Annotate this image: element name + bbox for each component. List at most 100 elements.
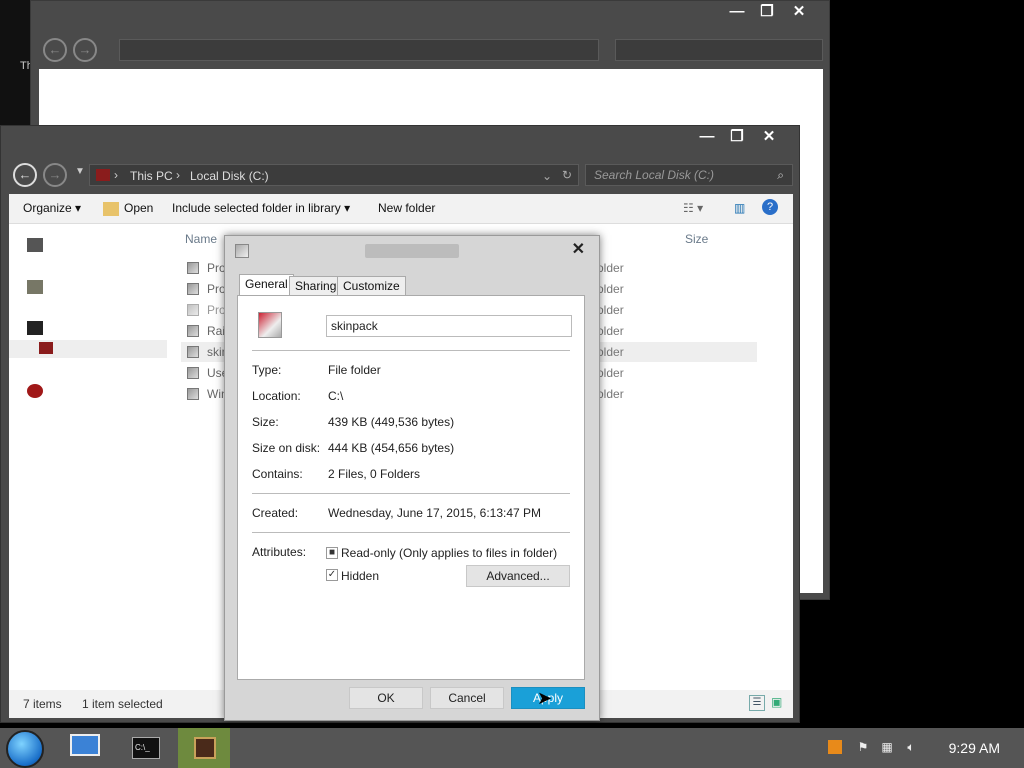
notification-app-icon[interactable] (828, 740, 842, 754)
breadcrumb-local-disk[interactable]: Local Disk (C:) (190, 169, 269, 183)
forward-arrow-icon[interactable]: → (73, 38, 97, 62)
taskbar-explorer-app-active[interactable] (178, 728, 230, 768)
refresh-icon[interactable]: ↻ (562, 168, 572, 182)
minimize-button[interactable]: — (693, 126, 721, 148)
folder-icon (187, 325, 199, 337)
column-header-name[interactable]: Name (185, 232, 217, 246)
size-on-disk-label: Size on disk: (252, 441, 321, 455)
large-icons-view-icon[interactable]: ▣ (771, 695, 787, 711)
size-on-disk-value: 444 KB (454,656 bytes) (328, 441, 455, 455)
file-name: Pro (207, 282, 226, 296)
folder-open-icon (103, 202, 119, 216)
search-box[interactable]: Search Local Disk (C:) ⌕ (585, 164, 793, 186)
divider (252, 532, 570, 533)
nav-selected-row[interactable] (9, 340, 167, 358)
contains-value: 2 Files, 0 Folders (328, 467, 421, 481)
readonly-label: Read-only (Only applies to files in fold… (341, 546, 558, 560)
tab-sharing[interactable]: Sharing (289, 276, 343, 296)
volume-icon[interactable]: 🔈︎ (904, 740, 918, 754)
ok-button[interactable]: OK (349, 687, 423, 709)
file-name: Pro (207, 261, 226, 275)
address-bar[interactable] (119, 39, 599, 61)
recent-dropdown-icon[interactable]: ▼ (75, 166, 85, 177)
include-in-library-button[interactable]: Include selected folder in library ▾ (172, 201, 350, 215)
open-button[interactable]: Open (124, 201, 153, 215)
file-type: older (597, 282, 624, 296)
organize-label: Organize (23, 201, 72, 215)
contains-label: Contains: (252, 467, 303, 481)
hidden-label: Hidden (341, 569, 380, 583)
folder-name-input[interactable]: skinpack (326, 315, 572, 337)
include-label: Include selected folder in library (172, 201, 341, 215)
this-pc-icon[interactable] (27, 321, 43, 335)
details-view-icon[interactable]: ☰ (749, 695, 765, 711)
clock[interactable]: 9:29 AM (949, 740, 1000, 756)
libraries-icon[interactable] (27, 280, 43, 294)
explorer-icon (194, 737, 216, 759)
skinpack-folder-icon (258, 312, 282, 338)
file-type: older (597, 387, 624, 401)
mouse-cursor-icon: ➤ (537, 688, 553, 708)
file-type: older (597, 366, 624, 380)
location-label: Location: (252, 389, 301, 403)
hidden-checkbox[interactable]: ✓ (326, 569, 338, 581)
breadcrumb-this-pc[interactable]: This PC (130, 169, 173, 183)
column-header-size[interactable]: Size (685, 232, 708, 246)
properties-dialog[interactable]: ✕ General Sharing Customize skinpack Typ… (224, 235, 600, 721)
flag-icon[interactable]: ⚑ (856, 740, 870, 754)
taskbar-cmd-app[interactable]: C:\_ (124, 728, 166, 768)
new-folder-button[interactable]: New folder (378, 201, 435, 215)
file-type: older (597, 345, 624, 359)
view-options-icon[interactable]: ☷ ▾ (683, 201, 703, 215)
taskbar: C:\_ ⚑ ▦ 🔈︎ 9:29 AM (0, 728, 1024, 768)
general-tab-panel: skinpack Type: File folder Location: C:\… (237, 295, 585, 680)
back-arrow-icon[interactable]: ← (13, 163, 37, 187)
tab-general[interactable]: General (239, 274, 294, 296)
help-icon[interactable]: ? (762, 199, 778, 215)
folder-icon (187, 367, 199, 379)
file-type: older (597, 303, 624, 317)
close-button[interactable]: ✕ (785, 1, 813, 23)
divider (252, 493, 570, 494)
folder-icon (187, 262, 199, 274)
maximize-button[interactable]: ❐ (753, 1, 781, 23)
folder-icon (187, 304, 199, 316)
organize-button[interactable]: Organize ▾ (23, 201, 81, 215)
dialog-title-blurred (365, 244, 459, 258)
type-label: Type: (252, 363, 282, 377)
attributes-label: Attributes: (252, 545, 307, 559)
start-orb-icon[interactable] (6, 730, 44, 768)
close-button[interactable]: ✕ (755, 126, 783, 148)
folder-icon (235, 244, 249, 258)
address-bar[interactable]: › This PC › Local Disk (C:) ⌄ ↻ (89, 164, 579, 186)
computer-icon (70, 734, 100, 756)
chevron-down-icon[interactable]: ⌄ (542, 169, 552, 183)
network-icon[interactable]: ▦ (880, 740, 894, 754)
taskbar-computer-app[interactable] (64, 728, 106, 768)
folder-icon (187, 346, 199, 358)
quick-access-icon[interactable] (27, 238, 43, 252)
type-value: File folder (328, 363, 381, 377)
readonly-checkbox[interactable]: ■ (326, 547, 338, 559)
cancel-button[interactable]: Cancel (430, 687, 504, 709)
maximize-button[interactable]: ❐ (723, 126, 751, 148)
size-label: Size: (252, 415, 279, 429)
search-box[interactable] (615, 39, 823, 61)
item-count: 7 items (23, 697, 62, 711)
minimize-button[interactable]: — (723, 1, 751, 23)
close-icon[interactable]: ✕ (572, 239, 585, 259)
back-arrow-icon[interactable]: ← (43, 38, 67, 62)
search-icon[interactable]: ⌕ (777, 165, 784, 185)
network-icon[interactable] (27, 384, 43, 398)
folder-icon (187, 388, 199, 400)
pc-icon (96, 169, 110, 181)
created-label: Created: (252, 506, 299, 520)
file-type: older (597, 324, 624, 338)
drive-icon (39, 342, 53, 354)
tab-customize[interactable]: Customize (337, 276, 406, 296)
created-value: Wednesday, June 17, 2015, 6:13:47 PM (328, 506, 542, 520)
advanced-button[interactable]: Advanced... (466, 565, 570, 587)
forward-arrow-icon[interactable]: → (43, 163, 67, 187)
preview-pane-icon[interactable]: ▥ (734, 201, 745, 215)
search-placeholder: Search Local Disk (C:) (594, 168, 715, 182)
